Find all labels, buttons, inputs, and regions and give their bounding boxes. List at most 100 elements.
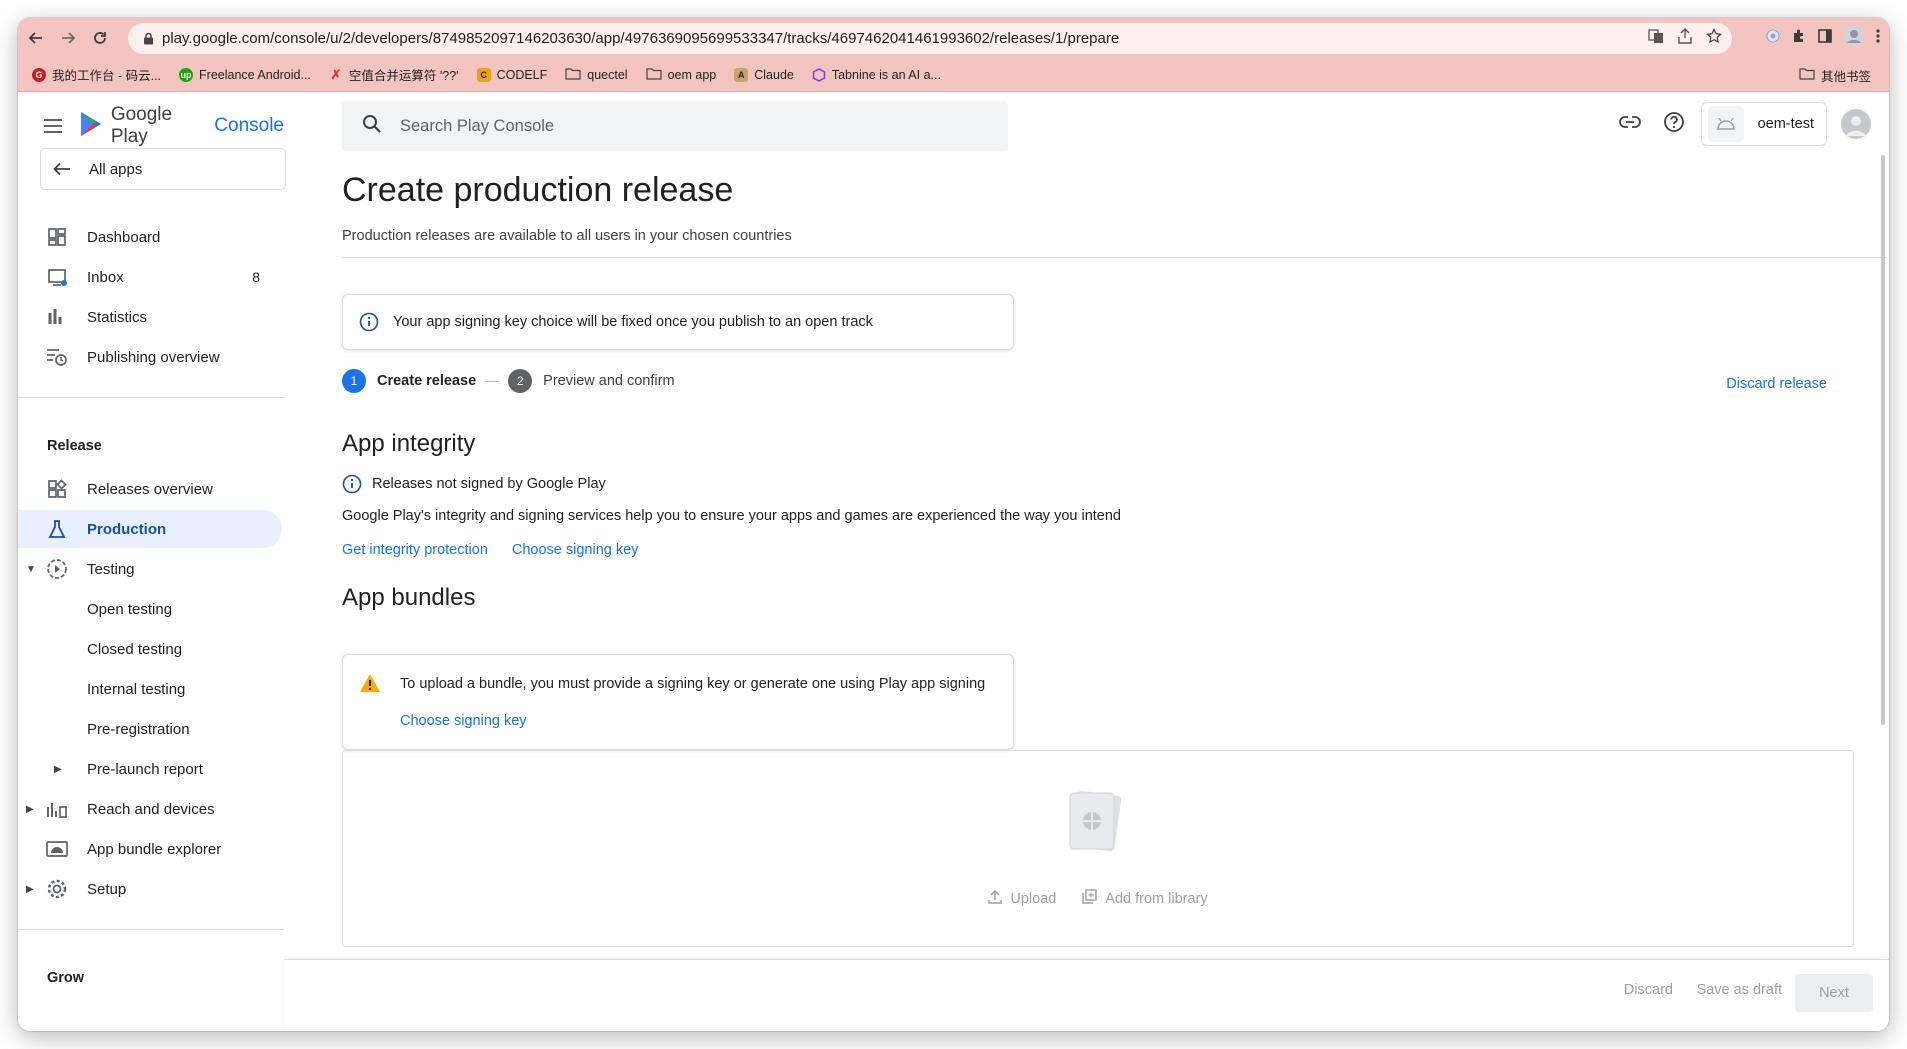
scrollbar[interactable] <box>1881 155 1885 725</box>
hamburger-menu-icon[interactable] <box>42 114 65 138</box>
upload-actions: Upload Add from library <box>343 889 1853 908</box>
search-icon <box>362 114 382 139</box>
help-icon[interactable] <box>1663 111 1685 138</box>
save-as-draft-button[interactable]: Save as draft <box>1697 982 1782 998</box>
publishing-overview-icon <box>46 346 68 368</box>
all-apps-button[interactable]: All apps <box>40 148 286 190</box>
bookmark-item[interactable]: C CODELF <box>476 67 547 82</box>
chevron-down-icon[interactable]: ▼ <box>26 564 36 575</box>
translate-icon[interactable] <box>1648 28 1664 49</box>
sidebar-item-open-testing[interactable]: Open testing <box>18 590 284 628</box>
upload-button[interactable]: Upload <box>988 889 1056 908</box>
step-label-create-release[interactable]: Create release <box>377 373 476 389</box>
sidebar-item-label: Statistics <box>87 308 148 326</box>
puzzle-icon[interactable] <box>1791 28 1807 49</box>
back-icon[interactable] <box>20 22 52 54</box>
step-connector <box>485 380 500 382</box>
search-input[interactable]: Search Play Console <box>342 101 1008 151</box>
chevron-right-icon[interactable]: ▶ <box>54 764 62 775</box>
sidebar-item-label: App bundle explorer <box>87 840 222 858</box>
share-icon[interactable] <box>1678 28 1692 49</box>
sidebar-item-internal-testing[interactable]: Internal testing <box>18 670 284 708</box>
bookmark-item[interactable]: A Claude <box>734 67 794 82</box>
sidebar-item-pre-launch-report[interactable]: ▶ Pre-launch report <box>18 750 284 788</box>
brand: Google Play Console <box>42 104 284 147</box>
main-content: Search Play Console oem-test Create prod… <box>284 93 1889 1031</box>
bookmark-item[interactable]: Tabnine is an AI a... <box>812 68 941 82</box>
inbox-count-badge: 8 <box>252 269 260 285</box>
sidebar-item-publishing-overview[interactable]: Publishing overview <box>18 338 284 376</box>
choose-signing-key-link[interactable]: Choose signing key <box>512 542 639 558</box>
avatar[interactable] <box>1841 109 1871 139</box>
bookmark-folder[interactable]: oem app <box>645 67 717 83</box>
sidebar-item-dashboard[interactable]: Dashboard <box>18 218 284 256</box>
integrity-status-text: Releases not signed by Google Play <box>372 476 606 492</box>
integrity-status: Releases not signed by Google Play <box>342 474 606 494</box>
forward-icon[interactable] <box>52 22 84 54</box>
chevron-right-icon[interactable]: ▶ <box>26 884 34 895</box>
next-button[interactable]: Next <box>1795 974 1873 1012</box>
side-panel-icon[interactable] <box>1817 28 1833 49</box>
bookmark-folder[interactable]: quectel <box>565 67 628 83</box>
production-icon <box>46 518 68 540</box>
folder-icon <box>1799 67 1815 83</box>
sidebar-item-label: Pre-registration <box>87 720 190 738</box>
extension-icon[interactable] <box>1765 28 1781 49</box>
signing-key-notice: Your app signing key choice will be fixe… <box>342 294 1014 350</box>
upwork-icon: up <box>179 67 194 82</box>
bundle-illustration-icon <box>1066 787 1124 855</box>
sidebar-item-label: Dashboard <box>87 228 161 246</box>
header-actions: oem-test <box>1618 99 1871 149</box>
link-icon[interactable] <box>1618 115 1641 133</box>
menu-kebab-icon[interactable] <box>1875 28 1881 49</box>
address-bar[interactable]: play.google.com/console/u/2/developers/8… <box>128 23 1732 54</box>
folder-icon <box>565 67 581 83</box>
sidebar-item-inbox[interactable]: Inbox 8 <box>18 258 284 296</box>
sidebar-item-testing[interactable]: ▼ Testing <box>18 550 284 588</box>
bookmarks-bar: G 我的工作台 - 码云... up Freelance Android... ✗ 空… <box>18 58 1889 92</box>
inbox-icon <box>46 266 68 288</box>
bookmark-star-icon[interactable] <box>1706 27 1722 49</box>
sidebar-item-setup[interactable]: ▶ Setup <box>18 870 284 908</box>
discard-release-link[interactable]: Discard release <box>1726 376 1827 392</box>
reload-icon[interactable] <box>84 22 116 54</box>
sidebar-item-app-bundle-explorer[interactable]: App bundle explorer <box>18 830 284 868</box>
browser-extensions <box>1765 22 1881 54</box>
sidebar-item-statistics[interactable]: Statistics <box>18 298 284 336</box>
sidebar-item-closed-testing[interactable]: Closed testing <box>18 630 284 668</box>
section-title-grow: Grow <box>47 970 85 986</box>
bookmark-item[interactable]: G 我的工作台 - 码云... <box>32 65 161 84</box>
choose-signing-key-link[interactable]: Choose signing key <box>400 713 527 729</box>
add-from-library-button[interactable]: Add from library <box>1082 889 1208 908</box>
bookmark-item[interactable]: up Freelance Android... <box>179 67 311 82</box>
lock-icon <box>140 31 156 47</box>
testing-icon <box>46 558 68 580</box>
account-switcher[interactable]: oem-test <box>1700 102 1827 146</box>
get-integrity-protection-link[interactable]: Get integrity protection <box>342 542 488 558</box>
sidebar-item-reach-and-devices[interactable]: ▶ Reach and devices <box>18 790 284 828</box>
warning-text: To upload a bundle, you must provide a s… <box>400 676 986 692</box>
step-label-preview-confirm[interactable]: Preview and confirm <box>543 373 674 389</box>
play-console-app: Google Play Console All apps Dashboard I… <box>18 93 1889 1031</box>
search-placeholder: Search Play Console <box>400 116 555 135</box>
profile-icon[interactable] <box>1843 25 1865 52</box>
sidebar-item-label: Open testing <box>87 600 173 618</box>
sidebar-item-releases-overview[interactable]: Releases overview <box>18 470 284 508</box>
sidebar-item-production[interactable]: Production <box>18 510 282 548</box>
warning-icon <box>359 673 381 698</box>
sidebar-item-label: Publishing overview <box>87 348 220 366</box>
bundle-upload-dropzone[interactable]: Upload Add from library <box>342 750 1854 947</box>
chevron-right-icon[interactable]: ▶ <box>26 804 34 815</box>
upload-icon <box>988 889 1003 908</box>
sidebar-item-pre-registration[interactable]: Pre-registration <box>18 710 284 748</box>
bookmark-label: oem app <box>667 67 717 82</box>
bookmark-item[interactable]: ✗ 空值合并运算符 '??' <box>329 65 458 84</box>
arrow-back-icon <box>53 162 71 176</box>
sidebar-item-label: Inbox <box>87 268 124 286</box>
other-bookmarks[interactable]: 其他书签 <box>1799 58 1871 92</box>
discard-button[interactable]: Discard <box>1624 982 1673 998</box>
sidebar-divider <box>18 397 284 398</box>
section-title-release: Release <box>47 438 102 454</box>
sidebar-item-label: Testing <box>87 560 135 578</box>
notice-text: Your app signing key choice will be fixe… <box>393 314 873 330</box>
